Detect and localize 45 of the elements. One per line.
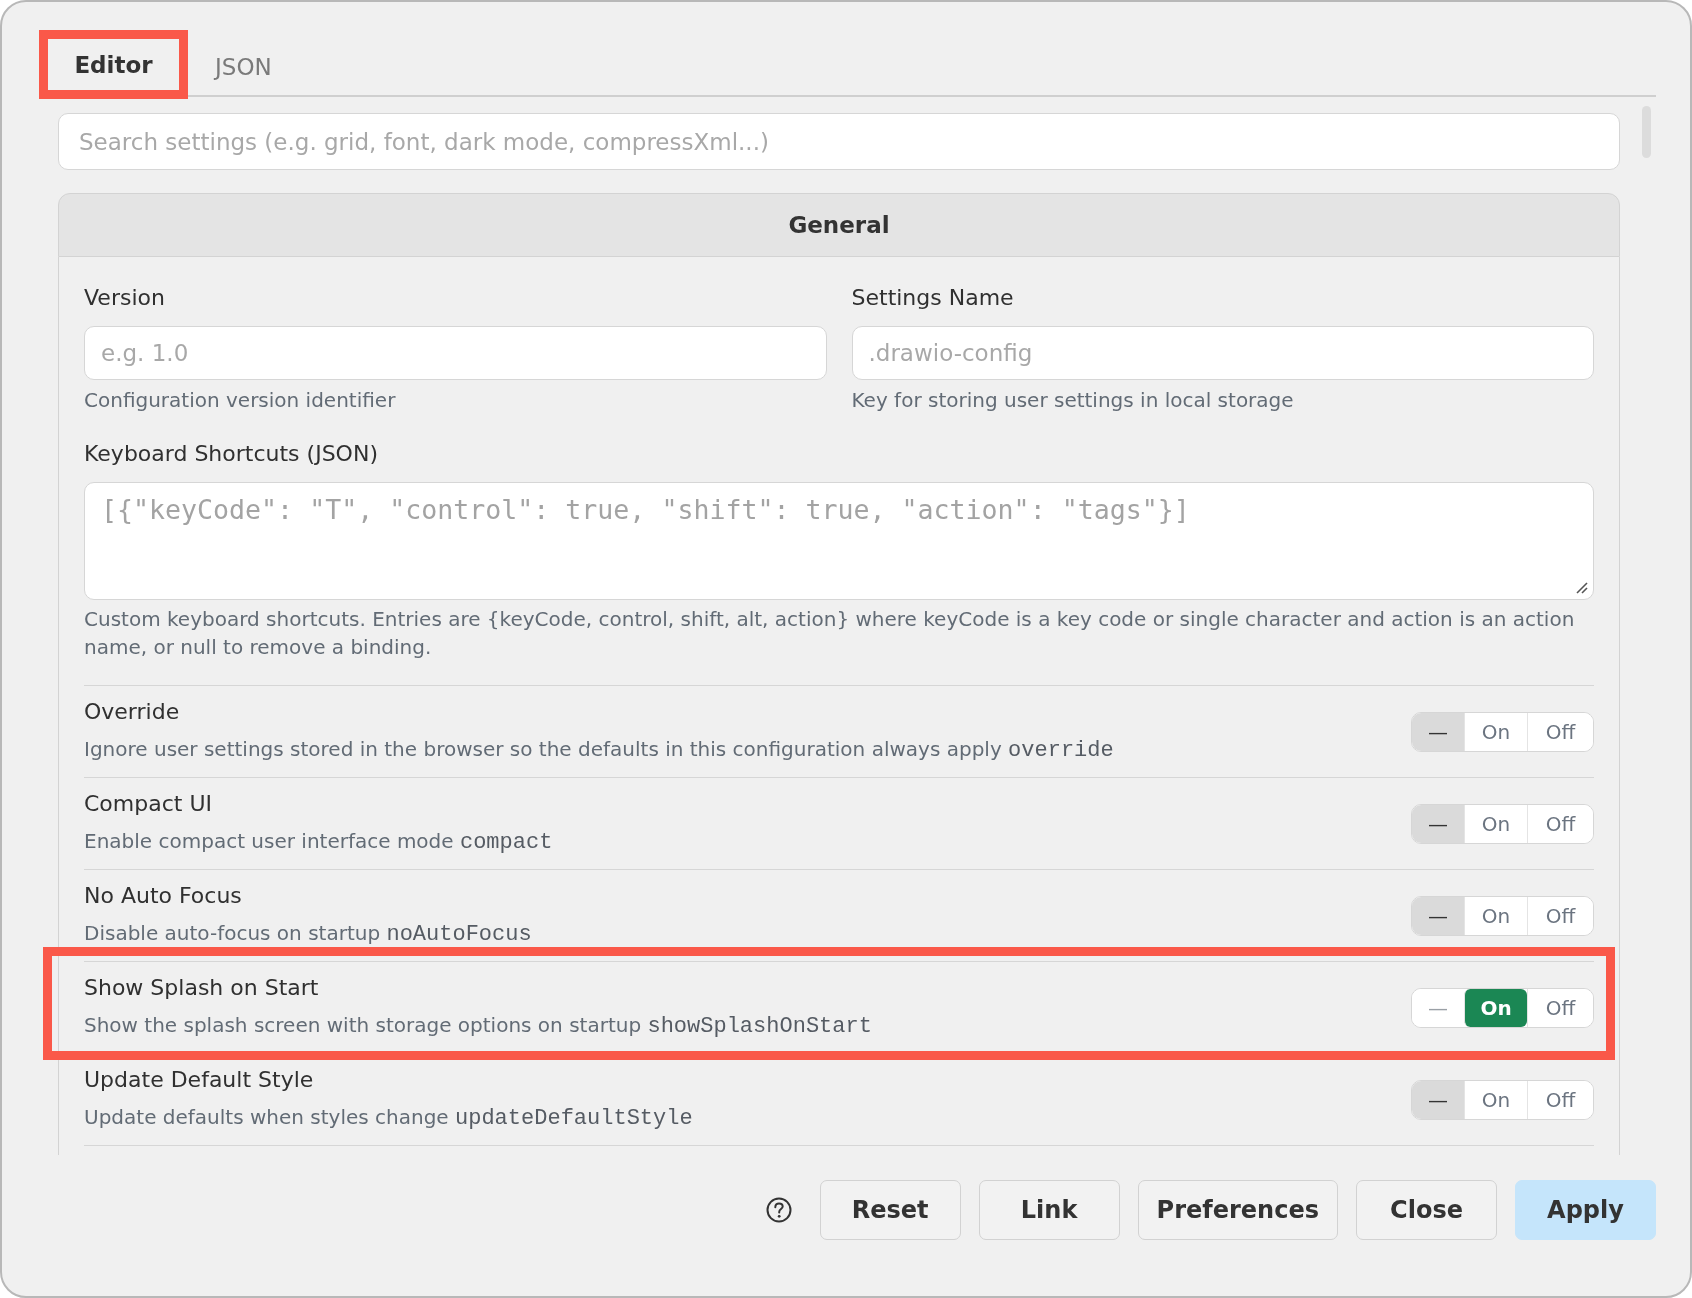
footer-button[interactable]: Link (978, 1180, 1120, 1240)
tab[interactable]: JSON (190, 41, 297, 92)
tri-state-toggle[interactable]: — On Off (1411, 895, 1594, 936)
resize-grip-icon[interactable] (1576, 582, 1588, 594)
section-header: General (58, 193, 1620, 257)
setting-title: No Auto Focus (84, 882, 243, 910)
toggle-option[interactable]: On (1464, 988, 1527, 1027)
search-field[interactable]: Search settings (e.g. grid, font, dark mode, compressXml...) (58, 113, 1620, 170)
setting-description: Update defaults when styles change updateDefaultStyle (84, 1104, 693, 1133)
setting-title: Show Splash on Start (84, 974, 320, 1002)
text-field[interactable]: e.g. 1.0 (84, 326, 827, 380)
tri-state-toggle[interactable]: — On Off (1411, 711, 1594, 752)
setting-title: Compact UI (84, 790, 213, 818)
setting-title: Override (84, 698, 181, 726)
help-icon[interactable] (765, 1197, 792, 1223)
footer-button[interactable]: Reset (819, 1180, 961, 1240)
setting-description: Enable compact user interface mode compact (84, 828, 553, 857)
toggle-option[interactable]: — (1412, 1080, 1464, 1119)
field-help-text: Key for storing user settings in local storage (851, 387, 1295, 414)
field-help-text: Configuration version identifier (84, 387, 397, 414)
field-help-text: Custom keyboard shortcuts. Entries are {keyCode, control, shift, alt, action} where keyCode is a key code or single character and action is an action name, or null to remove a binding. (84, 606, 1576, 661)
tri-state-toggle[interactable]: — On Off (1411, 987, 1594, 1028)
field-label: Keyboard Shortcuts (JSON) (84, 440, 379, 468)
setting-description: Show the splash screen with storage options on startup showSplashOnStart (84, 1012, 872, 1041)
footer-button[interactable]: Preferences (1137, 1180, 1338, 1240)
tab[interactable]: Editor (48, 39, 179, 90)
field-label: Version (84, 284, 166, 312)
footer-button[interactable]: Apply (1515, 1180, 1656, 1240)
toggle-option[interactable]: — (1412, 804, 1464, 843)
toggle-option[interactable]: Off (1527, 804, 1593, 843)
field-label: Settings Name (851, 284, 1015, 312)
shortcuts-text-area[interactable]: [{"keyCode": "T", "control": true, "shift": true, "action": "tags"}] (84, 482, 1594, 600)
setting-description: Disable auto-focus on startup noAutoFocus (84, 920, 532, 949)
tri-state-toggle[interactable]: — On Off (1411, 1079, 1594, 1120)
footer-button[interactable]: Close (1356, 1180, 1497, 1240)
text-field[interactable]: .drawio-config (851, 326, 1594, 380)
setting-title: Update Default Style (84, 1066, 315, 1094)
toggle-option[interactable]: Off (1527, 896, 1593, 935)
toggle-option[interactable]: Off (1527, 712, 1593, 751)
toggle-option[interactable]: — (1412, 712, 1464, 751)
toggle-option[interactable]: Off (1527, 1080, 1593, 1119)
setting-description: Ignore user settings stored in the browser so the defaults in this configuration always apply override (84, 736, 1114, 765)
toggle-option[interactable]: Off (1527, 988, 1593, 1027)
tri-state-toggle[interactable]: — On Off (1411, 803, 1594, 844)
toggle-option[interactable]: — (1412, 896, 1464, 935)
